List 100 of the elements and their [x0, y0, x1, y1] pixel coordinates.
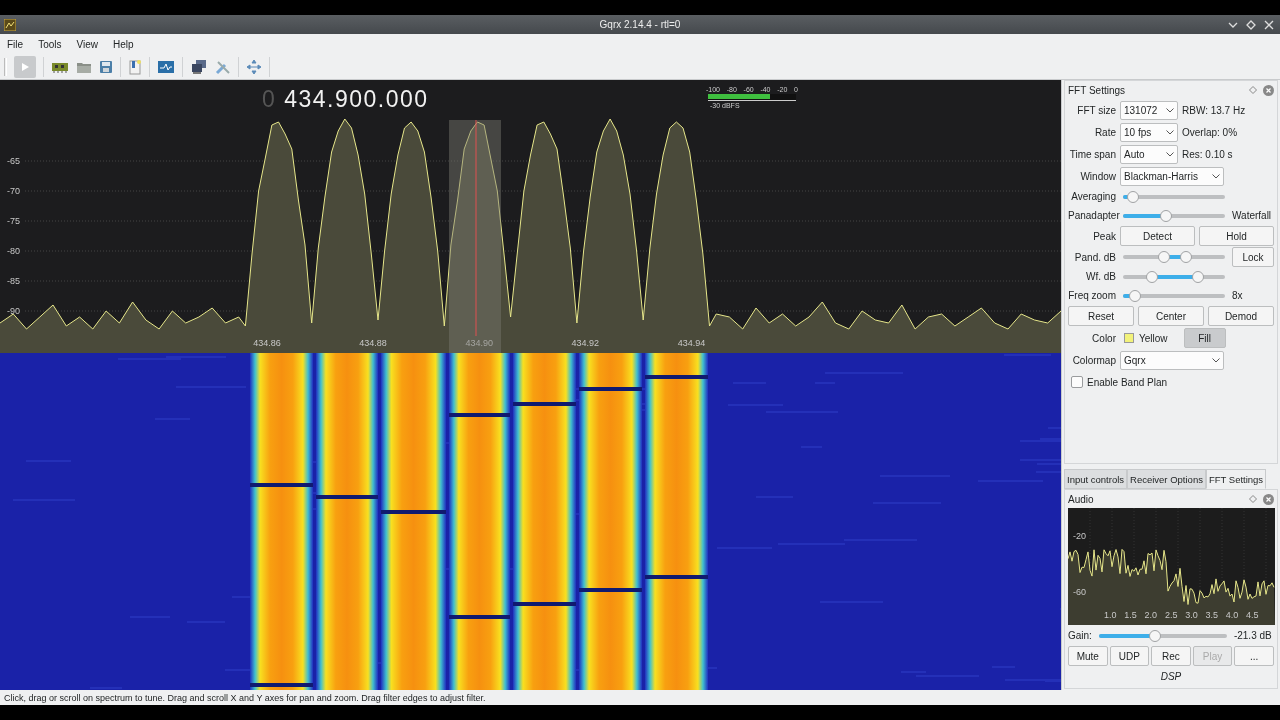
info-text: RBW: 13.7 Hz	[1182, 104, 1246, 116]
color-button[interactable]: Yellow	[1120, 328, 1172, 348]
computers-icon[interactable]	[190, 59, 208, 75]
caret-icon	[1212, 357, 1220, 363]
slider-handle[interactable]	[1127, 190, 1140, 203]
tab[interactable]: FFT Settings	[1205, 469, 1267, 489]
slider-handle[interactable]	[1145, 270, 1158, 283]
tab[interactable]: Input controls	[1064, 469, 1128, 489]
document-icon[interactable]	[128, 59, 142, 75]
slider-track[interactable]	[1123, 190, 1225, 203]
slider-end-label: Waterfall	[1232, 210, 1272, 221]
axis-label: -60	[1073, 587, 1086, 597]
caret-icon	[1166, 151, 1174, 157]
field-label: Averaging	[1070, 191, 1116, 202]
menu-item[interactable]: Tools	[38, 39, 62, 50]
field-label: FFT size	[1076, 104, 1116, 116]
slider-track[interactable]	[1123, 251, 1225, 263]
checkbox[interactable]	[1071, 376, 1083, 388]
axis-label: 434.90	[465, 338, 493, 349]
folder-icon[interactable]	[76, 60, 92, 74]
slider-track[interactable]	[1123, 289, 1225, 302]
slider-track[interactable]	[1123, 209, 1225, 222]
action-button[interactable]: Demod	[1208, 306, 1274, 326]
axis-label: 1.5	[1124, 610, 1137, 620]
axis-label: 4.5	[1246, 610, 1259, 620]
axis-label: -80	[7, 246, 20, 257]
field-label: Wf. dB	[1085, 271, 1116, 282]
audio-button[interactable]: Rec	[1151, 646, 1191, 666]
axis-label: 434.92	[571, 338, 600, 349]
tab[interactable]: Receiver Options	[1127, 469, 1206, 489]
field-label: Colormap	[1071, 354, 1116, 366]
field-label: Time span	[1068, 148, 1116, 160]
audio-button[interactable]: ...	[1234, 646, 1274, 666]
action-button[interactable]: Center	[1138, 306, 1204, 326]
slider-track[interactable]	[1098, 629, 1227, 642]
axis-label: 2.5	[1164, 610, 1178, 620]
window-title: Gqrx 2.14.4 - rtl=0	[599, 19, 681, 30]
axis-label: 3.5	[1205, 610, 1218, 620]
app-icon	[4, 18, 16, 31]
close-icon[interactable]	[1263, 84, 1274, 96]
close-icon[interactable]	[1264, 19, 1274, 30]
audio-button[interactable]: Mute	[1068, 646, 1108, 666]
slider-handle[interactable]	[1180, 251, 1193, 263]
dock-title: FFT Settings	[1068, 84, 1126, 96]
field-label: Window	[1079, 170, 1116, 182]
menu-item[interactable]: File	[7, 39, 24, 50]
audio-button[interactable]: UDP	[1109, 646, 1150, 666]
lock-button[interactable]: Lock	[1232, 247, 1274, 267]
monitor-icon[interactable]	[157, 60, 175, 74]
gain-label: Gain:	[1068, 630, 1092, 641]
save-icon[interactable]	[99, 60, 113, 74]
caret-icon	[1212, 173, 1220, 179]
slider-handle[interactable]	[1157, 251, 1170, 263]
axis-label: -85	[7, 276, 20, 287]
axis-label: -65	[7, 156, 20, 167]
slider-end-label: 8x	[1232, 290, 1243, 301]
menu-item[interactable]: Help	[113, 39, 134, 50]
maximize-icon[interactable]	[1246, 19, 1256, 30]
axis-label: -70	[7, 186, 20, 197]
dropdown[interactable]: 131072	[1120, 100, 1178, 120]
action-button[interactable]: Reset	[1068, 306, 1134, 326]
float-icon[interactable]	[1249, 86, 1257, 94]
axis-label: 434.94	[677, 338, 706, 349]
circuit-board-icon[interactable]	[51, 60, 69, 74]
field-label: Peak	[1092, 230, 1116, 242]
axis-label: -90	[7, 306, 20, 317]
dropdown[interactable]: Blackman-Harris	[1120, 166, 1224, 186]
fill-button[interactable]: Fill	[1183, 328, 1226, 348]
action-button[interactable]: Hold	[1199, 226, 1274, 246]
axis-label: -75	[7, 216, 20, 227]
dropdown[interactable]: Gqrx	[1120, 350, 1224, 370]
tools-icon[interactable]	[215, 59, 231, 75]
frequency-display[interactable]: 0 434.900.000	[262, 86, 429, 113]
dropdown[interactable]: Auto	[1120, 144, 1178, 164]
move-icon[interactable]	[246, 59, 262, 75]
dock-title: Audio	[1068, 493, 1094, 505]
axis-label: 2.0	[1144, 610, 1158, 620]
minimize-icon[interactable]	[1228, 20, 1238, 29]
status-bar: Click, drag or scroll on spectrum to tune. Drag and scroll X and Y axes for pan and zoom. Drag filter edges to adjust filter.	[0, 690, 1280, 705]
action-button[interactable]: Detect	[1120, 226, 1195, 246]
float-icon[interactable]	[1249, 495, 1257, 503]
slider-handle[interactable]	[1149, 629, 1162, 642]
slider-handle[interactable]	[1129, 289, 1142, 302]
info-text: Res: 0.10 s	[1182, 148, 1233, 160]
play-icon	[20, 62, 30, 72]
close-icon[interactable]	[1263, 493, 1274, 505]
axis-label: 1.0	[1104, 610, 1117, 620]
slider-handle[interactable]	[1159, 209, 1172, 222]
field-label: Color	[1091, 332, 1116, 344]
play-button[interactable]	[14, 56, 36, 78]
dropdown[interactable]: 10 fps	[1120, 122, 1178, 142]
slider-handle[interactable]	[1192, 270, 1205, 283]
axis-label: 4.0	[1225, 610, 1239, 620]
filter-marker[interactable]	[449, 120, 501, 353]
checkbox-label[interactable]: Enable Band Plan	[1087, 376, 1168, 388]
axis-label: -20	[1073, 531, 1086, 541]
caret-icon	[1166, 107, 1174, 113]
menu-item[interactable]: View	[76, 39, 98, 50]
axis-label: 3.0	[1185, 610, 1198, 620]
slider-track[interactable]	[1123, 270, 1225, 283]
